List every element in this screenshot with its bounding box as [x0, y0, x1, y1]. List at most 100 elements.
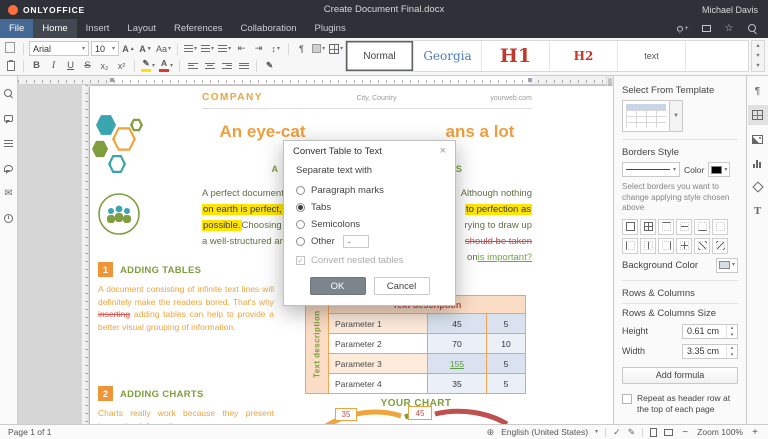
- language-select[interactable]: English (United States): [501, 427, 588, 437]
- radio-other[interactable]: Other -: [296, 233, 443, 250]
- bullets-button[interactable]: ▾: [183, 41, 198, 56]
- style-text[interactable]: text: [618, 41, 686, 71]
- increase-font-button[interactable]: A▲: [121, 41, 136, 56]
- spinner-arrows[interactable]: ▲▼: [726, 325, 737, 338]
- border-left-button[interactable]: [622, 238, 638, 254]
- radio-icon[interactable]: [296, 186, 305, 195]
- checkbox-checked-icon[interactable]: ✓: [296, 256, 305, 265]
- bold-button[interactable]: B: [29, 58, 44, 73]
- search-button[interactable]: [2, 86, 16, 100]
- italic-button[interactable]: I: [46, 58, 61, 73]
- copy-style-button[interactable]: ✎: [262, 58, 277, 73]
- copy-button[interactable]: [3, 41, 18, 56]
- navigation-button[interactable]: [2, 136, 16, 150]
- tab-layout[interactable]: Layout: [118, 19, 165, 38]
- border-none-button[interactable]: [712, 219, 728, 235]
- comments-button[interactable]: [2, 111, 16, 125]
- chevron-down-icon[interactable]: ▾: [595, 429, 598, 435]
- multilevel-list-button[interactable]: ▾: [217, 41, 232, 56]
- font-color-button[interactable]: A▾: [158, 58, 174, 73]
- radio-selected-icon[interactable]: [296, 203, 305, 212]
- style-normal[interactable]: Normal: [346, 41, 414, 71]
- zoom-in-button[interactable]: +: [750, 427, 760, 438]
- text-art-settings-button[interactable]: T: [748, 201, 768, 221]
- fit-page-icon[interactable]: [650, 428, 657, 437]
- border-right-button[interactable]: [658, 238, 674, 254]
- paste-button[interactable]: [3, 58, 18, 73]
- header-search-icon[interactable]: [746, 23, 758, 35]
- table-settings-button[interactable]: [748, 105, 768, 125]
- ok-button[interactable]: OK: [310, 277, 366, 295]
- font-size-select[interactable]: 10▾: [91, 41, 119, 56]
- style-h2[interactable]: H2: [550, 41, 618, 71]
- indent-marker[interactable]: [528, 78, 532, 82]
- style-h1[interactable]: H1: [482, 41, 550, 71]
- tab-home[interactable]: Home: [33, 19, 76, 38]
- chat-button[interactable]: [2, 161, 16, 175]
- chart-settings-button[interactable]: [748, 153, 768, 173]
- border-top-button[interactable]: [658, 219, 674, 235]
- tab-plugins[interactable]: Plugins: [306, 19, 355, 38]
- border-outer-button[interactable]: [622, 219, 638, 235]
- strikethrough-button[interactable]: S: [80, 58, 95, 73]
- close-icon[interactable]: ×: [440, 146, 446, 157]
- repeat-header-checkbox[interactable]: [622, 394, 632, 404]
- image-settings-button[interactable]: [748, 129, 768, 149]
- spinner-arrows[interactable]: ▲▼: [726, 345, 737, 358]
- add-user-icon[interactable]: +: [677, 23, 689, 35]
- borders-button[interactable]: ▾: [328, 41, 344, 56]
- increase-indent-button[interactable]: ⇥: [251, 41, 266, 56]
- shape-settings-button[interactable]: [748, 177, 768, 197]
- numbering-button[interactable]: ▾: [200, 41, 215, 56]
- border-bottom-button[interactable]: [694, 219, 710, 235]
- background-color-select[interactable]: ▾: [716, 258, 738, 273]
- add-formula-button[interactable]: Add formula: [622, 367, 738, 384]
- gallery-down-icon[interactable]: ▼: [752, 51, 764, 61]
- align-left-button[interactable]: [185, 58, 200, 73]
- border-all-button[interactable]: [640, 219, 656, 235]
- border-inner-vertical-button[interactable]: [640, 238, 656, 254]
- line-spacing-button[interactable]: ↕▾: [268, 41, 283, 56]
- convert-nested-checkbox-row[interactable]: ✓ Convert nested tables: [296, 255, 443, 266]
- template-preview[interactable]: [622, 100, 670, 132]
- radio-icon[interactable]: [296, 220, 305, 229]
- nonprinting-characters-button[interactable]: ¶: [294, 41, 309, 56]
- gallery-up-icon[interactable]: ▲: [752, 41, 764, 51]
- style-georgia[interactable]: Georgia: [414, 41, 482, 71]
- track-changes-icon[interactable]: ✎: [628, 427, 636, 438]
- underline-button[interactable]: U: [63, 58, 78, 73]
- border-diagonal-down-button[interactable]: [712, 238, 728, 254]
- about-button[interactable]: i: [2, 211, 16, 225]
- tab-collaboration[interactable]: Collaboration: [232, 19, 306, 38]
- highlight-color-button[interactable]: ✎▾: [140, 58, 156, 73]
- gallery-expand-icon[interactable]: ▼: [752, 61, 764, 71]
- feedback-button[interactable]: ✉: [2, 186, 16, 200]
- height-spinner[interactable]: 0.61 cm ▲▼: [682, 324, 738, 339]
- justify-button[interactable]: [236, 58, 251, 73]
- align-right-button[interactable]: [219, 58, 234, 73]
- font-name-select[interactable]: Arial▾: [29, 41, 89, 56]
- paragraph-settings-button[interactable]: ¶: [748, 81, 768, 101]
- cancel-button[interactable]: Cancel: [374, 277, 430, 295]
- fit-width-icon[interactable]: [664, 429, 673, 436]
- width-spinner[interactable]: 3.35 cm ▲▼: [682, 344, 738, 359]
- border-color-select[interactable]: ▾: [708, 162, 730, 177]
- subscript-button[interactable]: x₂: [97, 58, 112, 73]
- zoom-out-button[interactable]: −: [680, 427, 690, 438]
- other-separator-input[interactable]: -: [343, 235, 369, 248]
- border-diagonal-up-button[interactable]: [694, 238, 710, 254]
- superscript-button[interactable]: x²: [114, 58, 129, 73]
- tab-references[interactable]: References: [165, 19, 232, 38]
- radio-semicolons[interactable]: Semicolons: [296, 216, 443, 233]
- shading-button[interactable]: ▾: [311, 41, 326, 56]
- spell-check-icon[interactable]: ✓: [613, 427, 621, 438]
- indent-marker[interactable]: [110, 78, 114, 82]
- document-table[interactable]: Text description Text description Parame…: [305, 295, 526, 394]
- border-inner-button[interactable]: [676, 238, 692, 254]
- radio-tabs[interactable]: Tabs: [296, 199, 443, 216]
- align-center-button[interactable]: [202, 58, 217, 73]
- change-case-button[interactable]: Aa▾: [155, 41, 172, 56]
- border-inner-horizontal-button[interactable]: [676, 219, 692, 235]
- open-file-location-icon[interactable]: [700, 23, 712, 35]
- dialog-header[interactable]: Convert Table to Text ×: [284, 141, 455, 161]
